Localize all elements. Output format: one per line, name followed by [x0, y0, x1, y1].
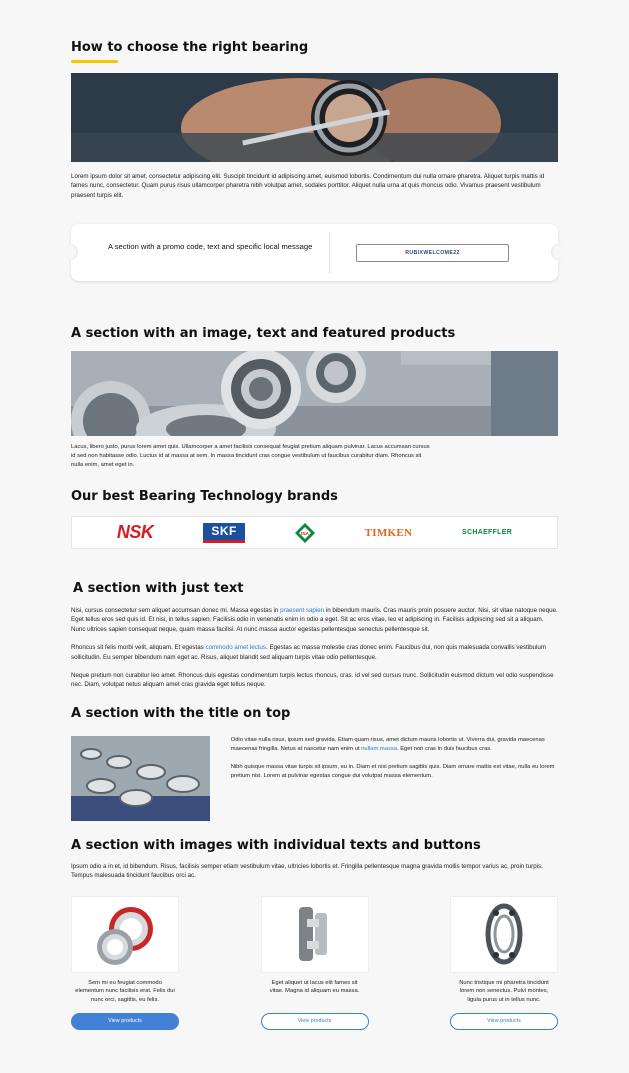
product-card: Eget aliquet ut lacus elit fames sit vit… [260, 895, 369, 1030]
product-card: Nunc tristique mi pharetra tincidunt lor… [450, 895, 558, 1030]
section-title: A section with images with individual te… [71, 838, 481, 853]
section-paragraph: Lorem ipsum dolor sit amet, consectetur … [71, 173, 545, 199]
bearing-image [450, 895, 558, 973]
inline-link[interactable]: nullam massa [361, 746, 397, 752]
brand-logo-row: NSK SKF INA TIMKEN SCHAEFFLER [71, 516, 558, 549]
paragraph-2: Rhoncus sit felis morbi velit, aliquam. … [71, 644, 546, 661]
bearings-row-image [71, 736, 210, 821]
svg-text:INA: INA [301, 531, 310, 536]
inline-link[interactable]: praesent sapien [280, 607, 324, 614]
section-image-cards: A section with images with individual te… [71, 838, 558, 1030]
section-brands: Our best Bearing Technology brands NSK S… [71, 489, 558, 549]
paragraph-1: Odio vitae nulla risus, ipsum sed gravid… [230, 737, 545, 752]
product-card: Sem mi eu feugiat commodo elementum nunc… [71, 895, 179, 1030]
bearing-image [71, 895, 179, 973]
bearing-image [260, 895, 369, 973]
section-paragraph: Lacus, libero justo, purus lorem amet qu… [71, 444, 430, 468]
promo-card: A section with a promo code, text and sp… [64, 224, 565, 281]
section-featured: A section with an image, text and featur… [71, 326, 558, 470]
section-title: How to choose the right bearing [71, 40, 309, 55]
brand-logo-schaeffler[interactable]: SCHAEFFLER [462, 529, 512, 536]
section-just-text: A section with just text Nisi, cursus co… [71, 581, 558, 690]
inline-link[interactable]: commodo amet lectus [205, 644, 266, 651]
hero-image-bearing-measure [71, 73, 558, 162]
card-text: Sem mi eu feugiat commodo elementum nunc… [75, 979, 175, 1003]
section-title: A section with just text [73, 581, 244, 596]
promo-message: A section with a promo code, text and sp… [108, 242, 313, 251]
section-choose-bearing: How to choose the right bearing Lorem ip… [71, 40, 558, 200]
promo-code-button[interactable]: RUBIXWELCOME22 [356, 244, 509, 262]
view-products-button[interactable]: View products [71, 1012, 179, 1030]
section-title: Our best Bearing Technology brands [71, 489, 338, 504]
divider [329, 232, 330, 273]
hero-image-bearings [71, 351, 558, 436]
section-title-on-top: A section with the title on top Odio vit… [71, 706, 558, 821]
paragraph-1: Nisi, cursus consectetur sem aliquet acc… [71, 607, 558, 633]
section-intro: Ipsum odio a in et, id bibendum. Risus, … [71, 863, 543, 880]
brand-logo-ina[interactable]: INA [294, 522, 315, 543]
paragraph-2: Nibh quisque massa vitae turpis sit ipsu… [230, 764, 555, 779]
view-products-button[interactable]: View products [260, 1012, 369, 1030]
view-products-button[interactable]: View products [450, 1012, 558, 1030]
brand-logo-timken[interactable]: TIMKEN [365, 527, 413, 539]
card-text: Nunc tristique mi pharetra tincidunt lor… [459, 979, 549, 1003]
title-underline [71, 60, 118, 63]
card-text: Eget aliquet ut lacus elit fames sit vit… [269, 979, 360, 995]
brand-logo-nsk[interactable]: NSK [117, 522, 154, 543]
section-title: A section with an image, text and featur… [71, 326, 456, 341]
section-title: A section with the title on top [71, 706, 291, 721]
paragraph-3: Neque pretium non curabitur leo amet. Rh… [71, 672, 554, 689]
brand-logo-skf[interactable]: SKF [203, 522, 246, 543]
